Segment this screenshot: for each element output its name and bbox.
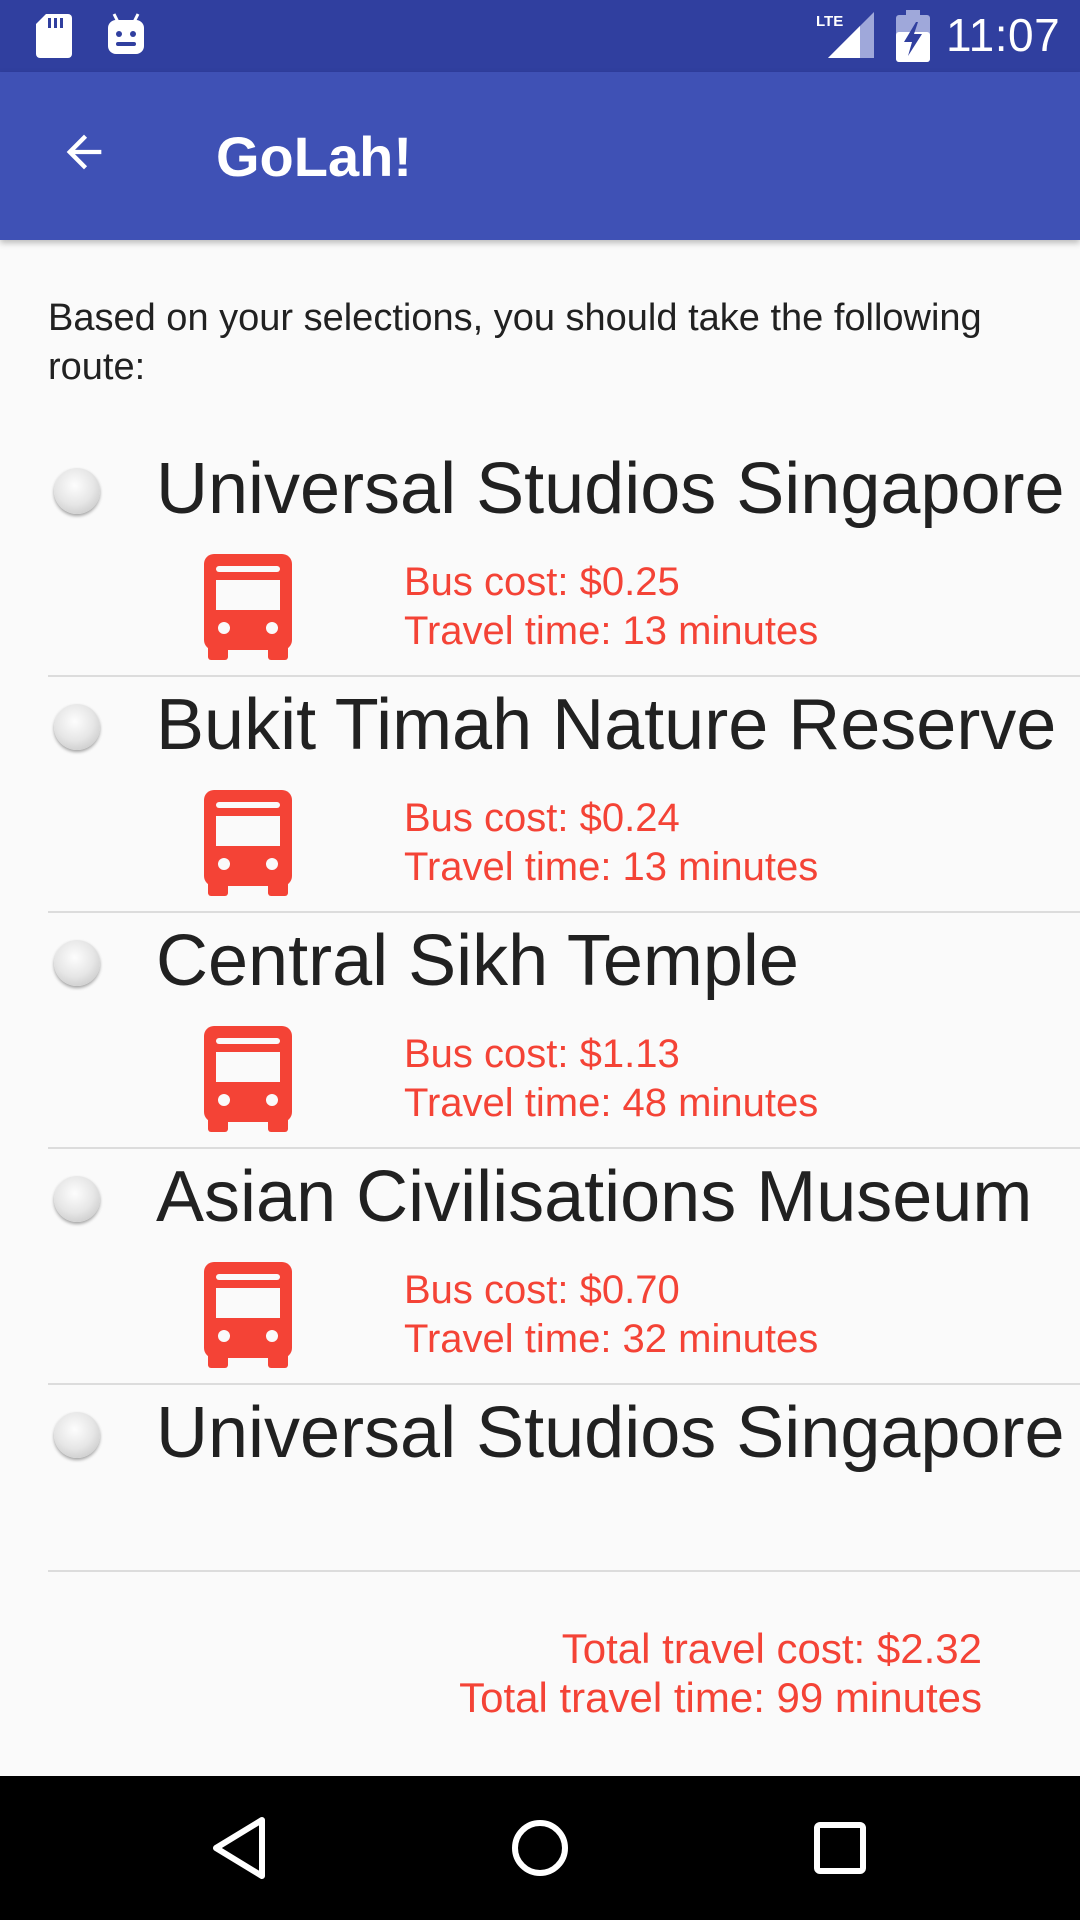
battery-charging-icon	[896, 10, 930, 62]
divider	[48, 1147, 1080, 1149]
svg-text:LTE: LTE	[816, 13, 843, 30]
divider	[48, 1383, 1080, 1385]
leg-info: Bus cost: $0.25 Travel time: 13 minutes	[404, 558, 818, 656]
radio-button[interactable]	[54, 704, 100, 750]
travel-time: Travel time: 13 minutes	[404, 609, 819, 653]
nav-home-button[interactable]	[498, 1806, 582, 1890]
divider	[48, 1570, 1080, 1572]
intro-text: Based on your selections, you should tak…	[48, 297, 982, 388]
bus-icon	[204, 790, 292, 896]
back-button[interactable]	[44, 112, 124, 192]
nav-recents-icon	[814, 1822, 866, 1874]
lte-signal-icon: LTE	[816, 12, 874, 58]
radio-button[interactable]	[54, 940, 100, 986]
divider	[48, 911, 1080, 913]
leg-info: Bus cost: $1.13 Travel time: 48 minutes	[404, 1030, 818, 1128]
totals: Total travel cost: $2.32 Total travel ti…	[459, 1624, 982, 1722]
nav-home-icon	[512, 1820, 568, 1876]
leg-info: Bus cost: $0.70 Travel time: 32 minutes	[404, 1266, 818, 1364]
nav-recents-button[interactable]	[798, 1806, 882, 1890]
bus-cost: Bus cost: $0.70	[404, 1268, 680, 1312]
bus-cost: Bus cost: $0.25	[404, 560, 680, 604]
sd-card-icon	[36, 14, 72, 58]
radio-button[interactable]	[54, 1412, 100, 1458]
stop-name: Central Sikh Temple	[156, 921, 799, 1001]
nav-back-button[interactable]	[198, 1806, 282, 1890]
bus-icon	[204, 554, 292, 660]
bus-cost: Bus cost: $1.13	[404, 1032, 680, 1076]
nav-back-icon	[213, 1817, 265, 1879]
leg-info: Bus cost: $0.24 Travel time: 13 minutes	[404, 794, 818, 892]
travel-time: Travel time: 48 minutes	[404, 1081, 819, 1125]
status-bar: LTE 11:07	[0, 0, 1080, 72]
app-bar: GoLah!	[0, 72, 1080, 240]
app-title: GoLah!	[216, 125, 412, 188]
bus-icon	[204, 1262, 292, 1368]
stop-name: Universal Studios Singapore	[156, 449, 1065, 529]
status-time: 11:07	[946, 9, 1061, 61]
bus-cost: Bus cost: $0.24	[404, 796, 680, 840]
travel-time: Travel time: 13 minutes	[404, 845, 819, 889]
android-icon	[108, 13, 144, 54]
arrow-back-icon	[66, 134, 102, 170]
radio-button[interactable]	[54, 468, 100, 514]
stop-name: Bukit Timah Nature Reserve	[156, 685, 1057, 765]
stop-name: Asian Civilisations Museum	[156, 1157, 1033, 1237]
travel-time: Travel time: 32 minutes	[404, 1317, 819, 1361]
navigation-bar	[0, 1776, 1080, 1920]
radio-button[interactable]	[54, 1176, 100, 1222]
stop-name: Universal Studios Singapore	[156, 1393, 1065, 1473]
total-cost: Total travel cost: $2.32	[561, 1625, 982, 1672]
total-time: Total travel time: 99 minutes	[459, 1674, 982, 1721]
divider	[48, 675, 1080, 677]
bus-icon	[204, 1026, 292, 1132]
